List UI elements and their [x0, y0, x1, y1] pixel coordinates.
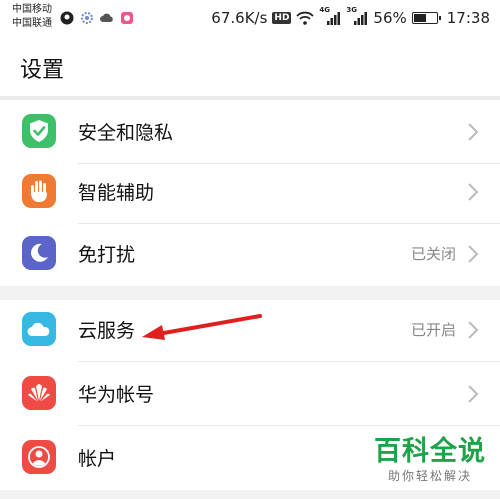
shield-check-icon [22, 114, 56, 148]
person-icon [22, 440, 56, 474]
network-speed: 67.6K/s [211, 9, 268, 27]
cloud-notification-icon [100, 13, 113, 22]
carrier-1: 中国移动 [12, 4, 52, 15]
watermark-title: 百科全说 [374, 436, 486, 467]
gear-notification-icon [81, 12, 93, 24]
chevron-right-icon [468, 123, 479, 141]
hd-badge: HD [272, 12, 292, 24]
chevron-right-icon [468, 245, 479, 263]
settings-item-label: 智能辅助 [78, 182, 155, 204]
annotation-arrow-icon [142, 314, 262, 340]
bottom-divider [0, 490, 500, 499]
chevron-right-icon [468, 321, 479, 339]
settings-item-label: 安全和隐私 [78, 122, 174, 144]
settings-item-status: 已开启 [410, 321, 456, 339]
huawei-logo-icon [22, 376, 56, 410]
chevron-right-icon [468, 385, 479, 403]
signal-1-icon: 4G [319, 6, 341, 26]
wifi-icon [296, 11, 315, 25]
settings-item-do-not-disturb[interactable]: 免打扰 已关闭 [0, 222, 500, 286]
settings-item-label: 华为帐号 [78, 384, 155, 406]
status-indicators: 67.6K/s HD 4G 3G 56% 17:38 [211, 6, 490, 28]
status-bar: 中国移动 中国联通 67.6K/s HD 4G 3G 56% 17:38 [0, 0, 500, 36]
battery-fill [413, 14, 426, 22]
settings-item-smart-assistance[interactable]: 智能辅助 [0, 160, 500, 224]
settings-item-label: 免打扰 [78, 244, 136, 266]
moon-icon [22, 236, 56, 270]
battery-icon [411, 12, 441, 24]
watermark: 百科全说 助你轻松解决 [374, 436, 486, 484]
notification-icons [60, 9, 134, 27]
watermark-subtitle: 助你轻松解决 [387, 469, 472, 483]
app-notification-icon [60, 11, 74, 25]
battery-percent: 56% [373, 9, 407, 27]
settings-item-label: 帐户 [78, 448, 117, 470]
hand-icon [22, 174, 56, 208]
settings-item-huawei-account[interactable]: 华为帐号 [0, 362, 500, 426]
app-badge-icon [121, 12, 133, 24]
page-title: 设置 [20, 58, 65, 83]
clock: 17:38 [446, 9, 490, 27]
carrier-2: 中国联通 [12, 18, 52, 29]
signal-2-icon: 3G [346, 6, 368, 26]
settings-item-security-privacy[interactable]: 安全和隐私 [0, 100, 500, 164]
cloud-icon [22, 312, 56, 346]
carrier-info: 中国移动 中国联通 [12, 3, 52, 31]
settings-item-label: 云服务 [78, 320, 136, 342]
chevron-right-icon [468, 183, 479, 201]
settings-item-status: 已关闭 [410, 245, 456, 263]
